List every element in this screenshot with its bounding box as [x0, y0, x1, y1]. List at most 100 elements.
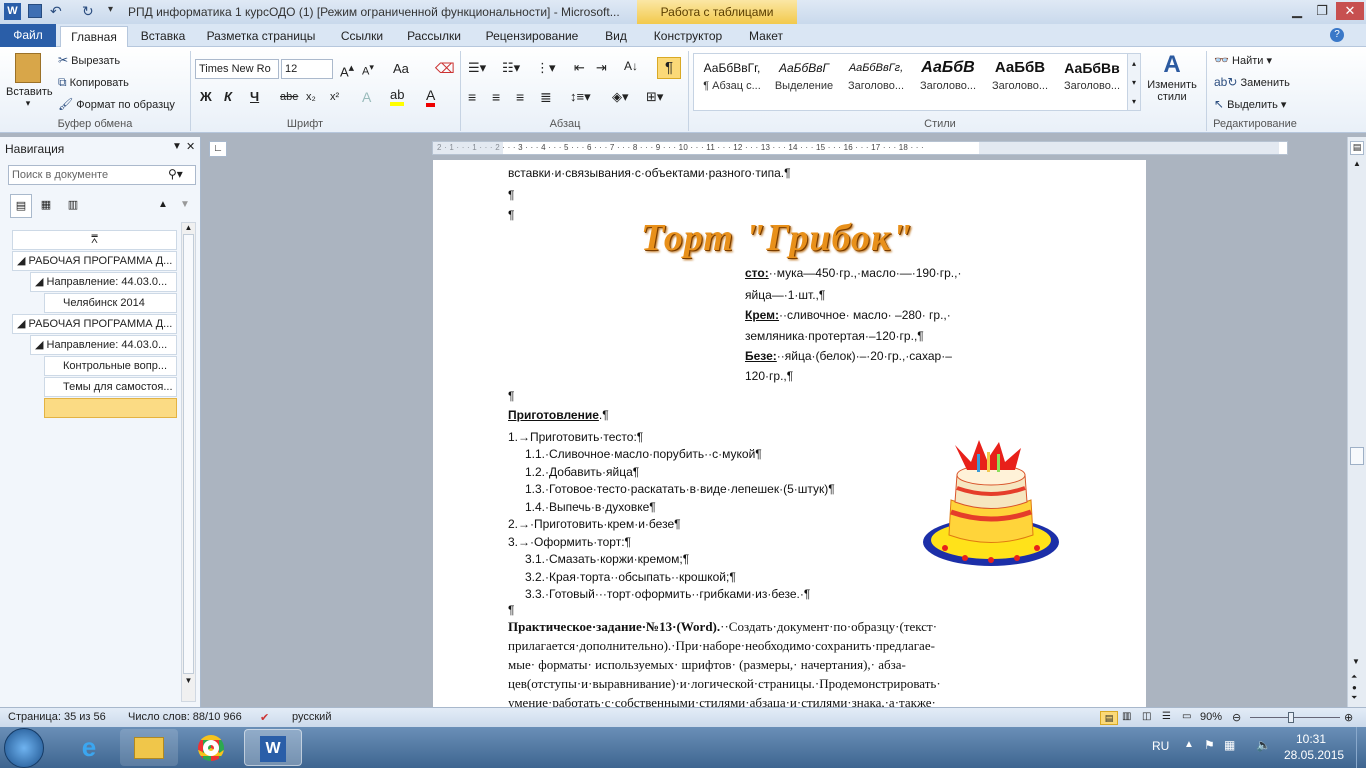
- ruler-toggle-icon[interactable]: ▤: [1350, 141, 1364, 155]
- multilevel-list-icon[interactable]: ⋮▾: [536, 60, 556, 76]
- scroll-thumb[interactable]: [183, 234, 194, 674]
- nav-heading-item[interactable]: Контрольные вопр...: [44, 356, 177, 376]
- style-heading[interactable]: АаБбВ Заголово...: [912, 56, 984, 114]
- network-icon[interactable]: ▦: [1224, 738, 1235, 752]
- redo-icon[interactable]: ↻: [82, 3, 94, 20]
- nav-heading-item[interactable]: ◢ РАБОЧАЯ ПРОГРАММА Д...: [12, 251, 177, 271]
- copy-button[interactable]: ⧉ Копировать: [58, 75, 129, 90]
- help-icon[interactable]: ?: [1330, 28, 1344, 42]
- font-size-combo[interactable]: 12: [281, 59, 333, 79]
- style-heading[interactable]: АаБбВв Заголово...: [1056, 56, 1128, 114]
- zoom-level[interactable]: 90%: [1200, 711, 1222, 723]
- document-scrollbar[interactable]: ▤ ▲ ▼ ⏶ ● ⏷: [1347, 137, 1366, 707]
- font-name-combo[interactable]: Times New Ro: [195, 59, 279, 79]
- tab-design[interactable]: Конструктор: [646, 26, 730, 47]
- clock-date[interactable]: 28.05.2015: [1284, 748, 1344, 762]
- nav-heading-item[interactable]: ◢ Направление: 44.03.0...: [30, 335, 177, 355]
- outline-button[interactable]: ☰: [1162, 711, 1171, 722]
- justify-icon[interactable]: ≣: [540, 89, 552, 106]
- word-taskbar-icon[interactable]: W: [244, 729, 302, 766]
- tab-references[interactable]: Ссылки: [330, 26, 394, 47]
- page-counter[interactable]: Страница: 35 из 56: [8, 711, 106, 723]
- strikethrough-button[interactable]: abe: [280, 91, 298, 103]
- sort-icon[interactable]: A↓: [624, 59, 638, 73]
- search-icon[interactable]: ⚲▾: [168, 167, 183, 181]
- borders-icon[interactable]: ⊞▾: [646, 89, 663, 105]
- find-button[interactable]: 👓 Найти ▾: [1214, 53, 1272, 67]
- horizontal-ruler[interactable]: 2 · 1 · · · 1 · · · 2 · · · 3 · · · 4 · …: [432, 141, 1288, 155]
- decrease-indent-icon[interactable]: ⇤: [574, 60, 585, 76]
- line-spacing-icon[interactable]: ↕≡▾: [570, 89, 591, 105]
- word-count[interactable]: Число слов: 88/10 966: [128, 711, 242, 723]
- volume-icon[interactable]: 🔈: [1256, 738, 1271, 752]
- next-page-icon[interactable]: ⏷: [1351, 693, 1357, 703]
- shading-icon[interactable]: ◈▾: [612, 89, 629, 105]
- cut-button[interactable]: ✂ Вырезать: [58, 53, 120, 67]
- show-desktop-button[interactable]: [1356, 727, 1366, 768]
- minimize-button[interactable]: ▁: [1285, 2, 1309, 20]
- print-layout-button[interactable]: ▤: [1100, 711, 1118, 725]
- tab-file[interactable]: Файл: [0, 24, 56, 47]
- nav-heading-item[interactable]: ◢ РАБОЧАЯ ПРОГРАММА Д...: [12, 314, 177, 334]
- next-heading-icon[interactable]: ▼: [180, 199, 190, 210]
- underline-button[interactable]: Ч: [250, 89, 259, 104]
- tray-expand-icon[interactable]: ▲: [1184, 739, 1194, 750]
- start-button[interactable]: [4, 728, 44, 768]
- tab-layout[interactable]: Макет: [736, 26, 796, 47]
- proofing-icon[interactable]: ✔: [260, 711, 269, 724]
- close-icon[interactable]: ✕: [186, 140, 195, 153]
- web-layout-button[interactable]: ◫: [1142, 711, 1151, 722]
- bold-button[interactable]: Ж: [200, 89, 212, 104]
- zoom-slider-thumb[interactable]: [1288, 712, 1294, 723]
- tab-mailings[interactable]: Рассылки: [400, 26, 468, 47]
- change-case-button[interactable]: Aa: [393, 61, 409, 76]
- internet-explorer-icon[interactable]: e: [60, 729, 118, 766]
- zoom-in-icon[interactable]: ⊕: [1344, 711, 1353, 724]
- pages-view-tab[interactable]: ▦: [35, 194, 57, 218]
- superscript-button[interactable]: x²: [330, 91, 339, 103]
- tab-page-layout[interactable]: Разметка страницы: [198, 26, 324, 47]
- bullets-icon[interactable]: ☰▾: [468, 60, 486, 76]
- nav-heading-item[interactable]: ◢ Направление: 44.03.0...: [30, 272, 177, 292]
- collapse-all-button[interactable]: ⩞: [12, 230, 177, 250]
- nav-heading-item[interactable]: Челябинск 2014: [44, 293, 177, 313]
- scroll-thumb[interactable]: [1350, 447, 1364, 465]
- undo-icon[interactable]: ↶: [50, 3, 62, 20]
- flag-icon[interactable]: ⚑: [1204, 738, 1215, 752]
- paste-button[interactable]: Вставить ▾: [6, 51, 53, 113]
- previous-heading-icon[interactable]: ▲: [158, 199, 168, 210]
- subscript-button[interactable]: x₂: [306, 91, 316, 103]
- close-button[interactable]: ✕: [1336, 2, 1364, 20]
- customize-quick-access-icon[interactable]: ▾: [108, 4, 113, 15]
- zoom-out-icon[interactable]: ⊖: [1232, 711, 1241, 724]
- language[interactable]: русский: [292, 711, 331, 723]
- browse-object-icon[interactable]: ●: [1352, 683, 1357, 692]
- style-normal[interactable]: АаБбВвГг, ¶ Абзац с...: [696, 56, 768, 114]
- highlight-icon[interactable]: ab: [390, 87, 405, 106]
- full-screen-reading-button[interactable]: ▥: [1122, 711, 1131, 722]
- headings-view-tab[interactable]: ▤: [10, 194, 32, 218]
- zoom-slider[interactable]: [1250, 717, 1340, 718]
- file-explorer-icon[interactable]: [120, 729, 178, 766]
- previous-page-icon[interactable]: ⏶: [1351, 672, 1357, 682]
- save-icon[interactable]: [28, 4, 42, 18]
- tab-home[interactable]: Главная: [60, 26, 128, 47]
- align-right-icon[interactable]: ≡: [516, 89, 524, 105]
- ruler-tab-selector[interactable]: ∟: [209, 141, 227, 157]
- tab-review[interactable]: Рецензирование: [476, 26, 588, 47]
- replace-button[interactable]: ab↻ Заменить: [1214, 75, 1290, 89]
- align-center-icon[interactable]: ≡: [492, 89, 500, 105]
- show-formatting-button[interactable]: ¶: [657, 57, 681, 79]
- select-button[interactable]: ↖ Выделить ▾: [1214, 97, 1286, 111]
- italic-button[interactable]: К: [224, 89, 232, 104]
- input-language[interactable]: RU: [1152, 739, 1169, 753]
- chevron-down-icon[interactable]: ▼: [172, 141, 182, 152]
- shrink-font-icon[interactable]: A▾: [362, 62, 374, 78]
- increase-indent-icon[interactable]: ⇥: [596, 60, 607, 76]
- restore-button[interactable]: ❐: [1310, 2, 1334, 20]
- word-icon[interactable]: W: [4, 3, 21, 20]
- style-heading[interactable]: АаБбВвГг, Заголово...: [840, 56, 912, 114]
- results-view-tab[interactable]: ▥: [62, 194, 84, 218]
- text-effects-icon[interactable]: A: [362, 89, 371, 105]
- draft-button[interactable]: ▭: [1182, 711, 1191, 722]
